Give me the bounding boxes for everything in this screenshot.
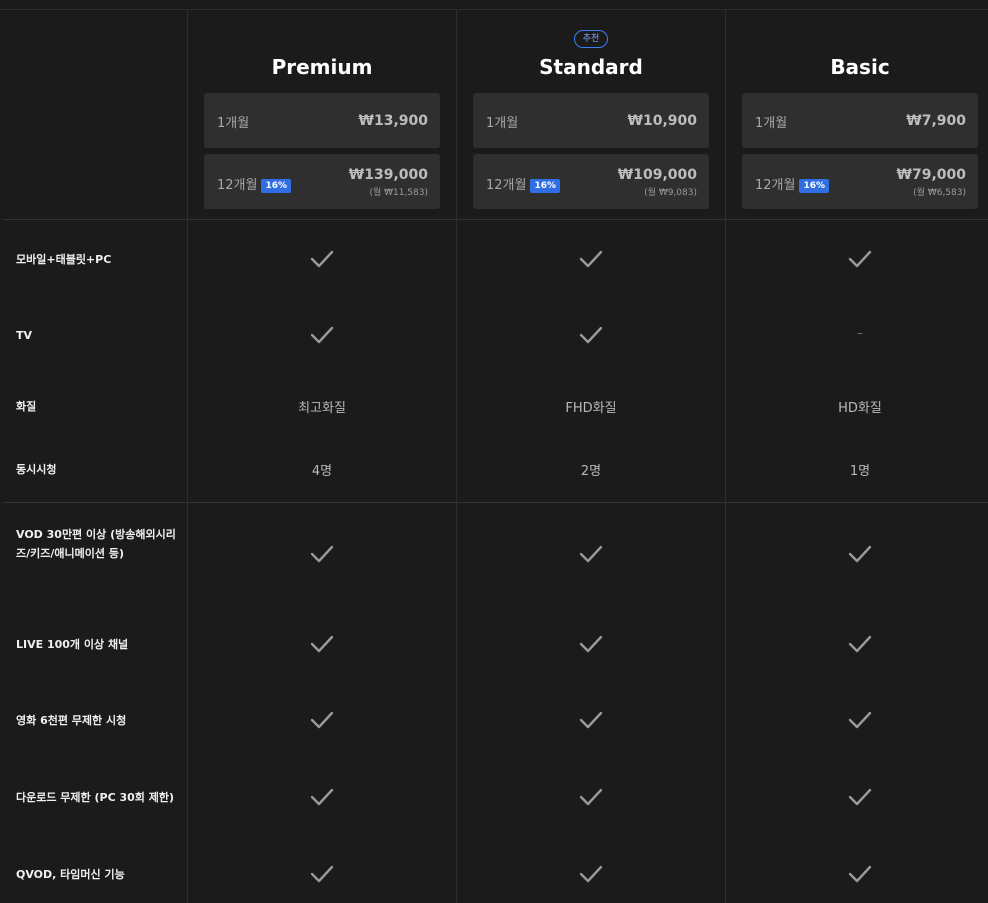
check-icon: [726, 635, 988, 653]
yearly-price-option[interactable]: 12개월 16% ₩109,000 (월 ₩9,083): [473, 154, 709, 209]
header-divider: [3, 219, 988, 220]
monthly-price-option[interactable]: 1개월 ₩10,900: [473, 93, 709, 148]
check-icon: [457, 545, 725, 563]
check-icon: [188, 635, 456, 653]
discount-badge: 16%: [530, 179, 561, 193]
check-icon: [457, 635, 725, 653]
yearly-price-option[interactable]: 12개월 16% ₩139,000 (월 ₩11,583): [204, 154, 440, 209]
recommended-badge: 추천: [573, 30, 609, 48]
check-icon: [188, 250, 456, 268]
monthly-price-option[interactable]: 1개월 ₩13,900: [204, 93, 440, 148]
feature-value: 2명: [580, 464, 602, 479]
per-month-price: (월 ₩9,083): [644, 188, 697, 198]
plan-name: Standard: [539, 55, 643, 79]
period-label: 12개월: [755, 178, 796, 193]
feature-label: TV: [16, 329, 33, 342]
feature-label: 모바일+태블릿+PC: [16, 253, 112, 266]
plan-comparison-table: Premium 1개월 ₩13,900 12개월 16% ₩139,000 (월 …: [0, 0, 988, 903]
per-month-price: (월 ₩11,583): [369, 188, 428, 198]
period-label: 1개월: [217, 116, 250, 131]
check-icon: [457, 711, 725, 729]
yearly-price-option[interactable]: 12개월 16% ₩79,000 (월 ₩6,583): [742, 154, 978, 209]
period-label: 12개월: [486, 178, 527, 193]
price: ₩139,000: [348, 167, 428, 183]
feature-value: 1명: [849, 464, 871, 479]
period-label: 1개월: [755, 116, 788, 131]
monthly-price-option[interactable]: 1개월 ₩7,900: [742, 93, 978, 148]
check-icon: [457, 865, 725, 883]
price: ₩10,900: [627, 113, 697, 129]
not-available-dash: –: [857, 326, 863, 340]
feature-value: 최고화질: [298, 401, 346, 416]
feature-value: HD화질: [838, 401, 882, 416]
feature-value: 4명: [311, 464, 333, 479]
plan-column-standard: 추천 Standard 1개월 ₩10,900 12개월 16% ₩109,000…: [457, 10, 725, 218]
feature-label: 동시시청: [16, 463, 57, 476]
check-icon: [457, 788, 725, 806]
check-icon: [188, 545, 456, 563]
check-icon: [726, 545, 988, 563]
check-icon: [188, 326, 456, 344]
check-icon: [726, 250, 988, 268]
feature-label: LIVE 100개 이상 채널: [16, 638, 129, 651]
check-icon: [188, 788, 456, 806]
price: ₩7,900: [906, 113, 966, 129]
plan-column-premium: Premium 1개월 ₩13,900 12개월 16% ₩139,000 (월 …: [188, 10, 456, 218]
feature-label: 화질: [16, 400, 37, 413]
per-month-price: (월 ₩6,583): [913, 188, 966, 198]
period-label: 12개월: [217, 178, 258, 193]
plan-column-basic: Basic 1개월 ₩7,900 12개월 16% ₩79,000 (월 ₩6,5…: [726, 10, 988, 218]
feature-label: 다운로드 무제한 (PC 30회 제한): [16, 791, 175, 804]
feature-value: FHD화질: [565, 401, 617, 416]
feature-label: VOD 30만편 이상 (방송해외시리즈/키즈/애니메이션 등): [16, 528, 176, 560]
discount-badge: 16%: [799, 179, 830, 193]
check-icon: [188, 711, 456, 729]
check-icon: [726, 788, 988, 806]
check-icon: [188, 865, 456, 883]
price: ₩109,000: [617, 167, 697, 183]
period-label: 1개월: [486, 116, 519, 131]
price: ₩79,000: [896, 167, 966, 183]
plan-name: Basic: [830, 55, 890, 79]
price: ₩13,900: [358, 113, 428, 129]
check-icon: [457, 326, 725, 344]
check-icon: [457, 250, 725, 268]
check-icon: [726, 865, 988, 883]
feature-label: QVOD, 타임머신 기능: [16, 868, 125, 881]
feature-label: 영화 6천편 무제한 시청: [16, 714, 127, 727]
discount-badge: 16%: [261, 179, 292, 193]
plan-name: Premium: [271, 55, 373, 79]
section-divider: [3, 502, 988, 503]
check-icon: [726, 711, 988, 729]
